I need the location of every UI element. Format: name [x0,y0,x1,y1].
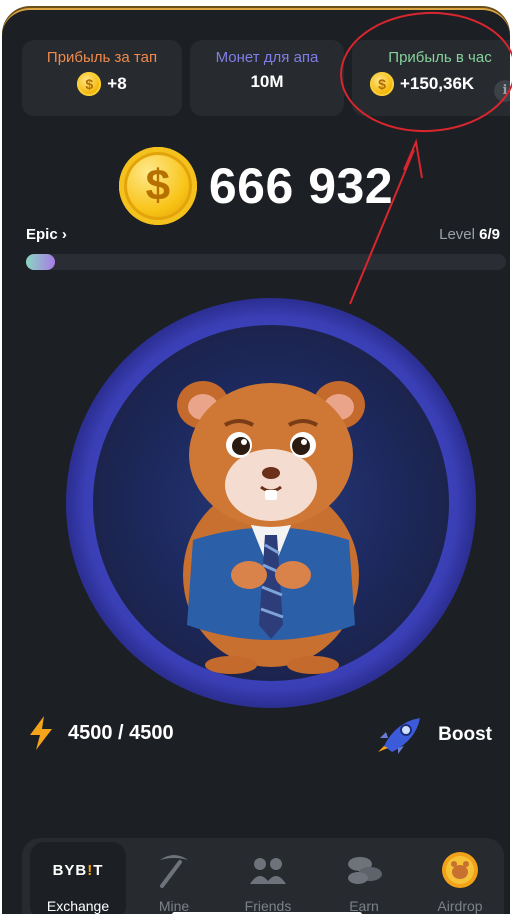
nav-airdrop-label: Airdrop [437,898,483,914]
bybit-logo-text: BYB [52,861,88,879]
bybit-logo-end: T [93,861,104,879]
coin-icon: $ [118,147,197,225]
boost-label: Boost [438,724,492,745]
league-link[interactable]: Epic › [26,226,67,243]
nav-earn[interactable]: Earn [316,842,412,914]
hamster-ceo-icon [177,381,365,674]
lightning-icon [30,716,52,750]
profit-per-tap-label: Прибыль за тап [46,49,158,66]
pickaxe-icon [160,855,188,888]
nav-friends[interactable]: Friends [220,842,316,914]
hamster-tap-button[interactable] [66,298,476,708]
level-progress-bar [26,254,506,270]
airdrop-coin-icon [442,852,478,888]
level-value: 6/9 [479,226,500,243]
rocket-icon [378,718,421,754]
tap-area-inner [93,325,449,681]
nav-exchange-label: Exchange [46,898,110,914]
coin-icon: $ [77,72,102,96]
nav-exchange[interactable]: BYB!T Exchange [30,842,126,914]
coins-to-level-up-card: Монет для апа 10M [190,40,344,116]
nav-airdrop[interactable]: Airdrop [412,842,508,914]
level-row: Epic › Level 6/9 [26,222,500,248]
level-indicator: Level 6/9 [439,226,500,243]
coins-to-level-up-label: Монет для апа [215,49,319,66]
profit-per-tap-card: Прибыль за тап $ +8 [22,40,182,116]
coins-stack-icon [348,857,382,884]
profit-per-tap-value: +8 [107,74,127,93]
level-progress-fill [26,254,55,270]
league-name: Epic [26,226,58,243]
energy-value: 4500 / 4500 [68,721,174,744]
nav-mine[interactable]: Mine [126,842,222,914]
level-label: Level [439,226,475,243]
balance: $ 666 932 [2,144,510,228]
coins-to-level-up-value: 10M [250,72,284,91]
chevron-right-icon: › [61,226,67,243]
bottom-nav: BYB!T Exchange Mine Friends Earn Airdrop [22,838,504,914]
boost-button[interactable]: Boost [376,716,492,754]
balance-value: 666 932 [208,158,394,214]
bybit-logo-icon: BYB!T [53,862,104,879]
friends-icon [250,858,286,884]
app-frame: Прибыль за тап $ +8 Монет для апа 10M Пр… [2,8,510,914]
energy: 4500 / 4500 [28,716,174,750]
